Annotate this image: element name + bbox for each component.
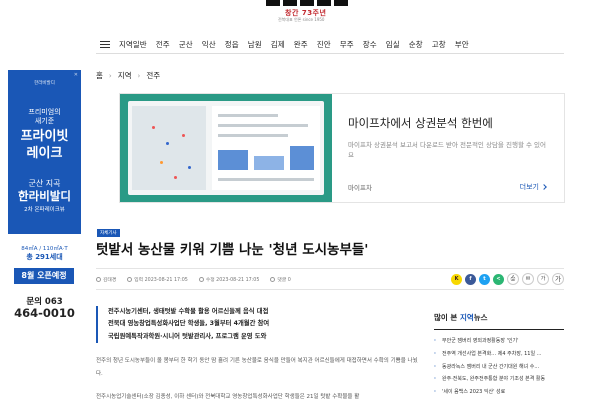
comment-icon [270,276,276,282]
nav-item[interactable]: 지역일반 [119,39,147,50]
summary-line: 국립원예특작과학원·시니어 텃밭관리사, 프로그램 운영 도와 [108,332,267,340]
close-icon[interactable]: ✕ [74,72,78,78]
popular-news-title: 많이 본 지역뉴스 [434,312,564,330]
ad-line: 프리미엄의 새기준 [28,108,61,125]
font-increase-button[interactable]: 가 [552,273,564,285]
list-item[interactable]: · 완주·전북도, 완주전주통합 분야 기조성 본격 활동 [434,373,564,386]
email-icon[interactable]: ✉ [522,273,534,285]
ad-brand: 한라비발디 [34,81,55,86]
user-icon [96,276,101,282]
nav-item[interactable]: 정읍 [225,39,239,50]
clock-icon [198,276,204,282]
section-badge: 자체기사 [97,229,120,237]
nav-item[interactable]: 전주 [156,39,170,50]
twitter-share-button[interactable]: t [479,273,490,285]
ad-banner-source: 마이프차 [348,184,372,192]
reporter[interactable]: 김태경 [96,276,116,283]
list-item[interactable]: · 전주역 개선사업 본격화… 제4 주차장, 11일 ... [434,348,564,361]
ad-units-info: 총 291세대 [26,253,63,261]
chevron-right-icon: › [108,71,112,80]
chevron-right-icon: › [137,71,141,80]
published-time: 입력 2023-08-21 17:05 [127,276,188,283]
breadcrumb-level2[interactable]: 전주 [146,70,160,81]
newspaper-logo[interactable] [258,0,358,6]
popular-news: 많이 본 지역뉴스 · 부안군 잼버리 영외과정활동장 '인기' · 전주역 개선사… [434,312,564,399]
facebook-share-button[interactable]: f [465,273,476,285]
ad-banner-image [120,94,332,202]
map-preview [132,106,206,190]
region-nav: 지역일반 전주 군산 익산 정읍 남원 김제 완주 진안 무주 장수 임실 순창… [96,36,564,54]
updated-time: 수정 2023-08-21 17:05 [198,276,259,283]
clock-icon [127,276,133,282]
print-icon[interactable]: ⎙ [507,273,519,285]
nav-item[interactable]: 익산 [202,39,216,50]
ad-open-badge[interactable]: 8월 오픈예정 [14,268,74,284]
nav-item[interactable]: 완주 [294,39,308,50]
menu-icon[interactable] [100,41,110,48]
nav-item[interactable]: 남원 [248,39,262,50]
tagline: 전북대표 언론 since 1950 [278,17,325,22]
breadcrumb-level1[interactable]: 지역 [118,70,132,81]
font-decrease-button[interactable]: 가 [537,273,549,285]
nav-item[interactable]: 김제 [271,39,285,50]
report-preview [212,106,320,190]
list-item[interactable]: · 동광라녹스 잼버리 내 군산 간기대원 해녀 수... [434,361,564,374]
share-button[interactable]: < [493,273,504,285]
summary-line: 전북대 영농창업특성화사업단 학생들, 3월부터 4개월간 참여 [108,320,270,328]
nav-item[interactable]: 군산 [179,39,193,50]
breadcrumb: 홈 › 지역 › 전주 [96,70,160,81]
ad-banner[interactable]: 마이프차에서 상권분석 한번에 마이프차 상권분석 보고서 다운로드 받아 전문… [119,93,565,203]
ad-line: 군산 지곡 [28,179,61,188]
ad-tel-number[interactable]: 464-0010 [8,306,81,320]
comment-count[interactable]: 댓글 0 [270,276,291,283]
kakao-share-button[interactable]: K [451,273,462,285]
ad-banner-title[interactable]: 마이프차에서 상권분석 한번에 [348,115,493,131]
ad-headline: 프라이빗 레이크 [20,129,69,161]
nav-item[interactable]: 순창 [409,39,423,50]
article-summary: 전주시농기센터, 생태텃밭 수확물 활용 어르신들께 음식 대접 전북대 영농창… [96,306,318,343]
list-item[interactable]: · '세이 음백스 2023 익산' 성료 [434,386,564,399]
masthead: 창간 73주년 전북대표 언론 since 1950 [0,0,600,34]
nav-item[interactable]: 무주 [340,39,354,50]
article-paragraph: 전주시농업기술센터(소장 김종성, 이하 센터)와 전북대학교 영농창업특성화사… [96,394,360,400]
nav-item[interactable]: 임실 [386,39,400,50]
chevron-right-icon [541,184,547,190]
list-item[interactable]: · 부안군 잼버리 영외과정활동장 '인기' [434,335,564,348]
nav-item[interactable]: 장수 [363,39,377,50]
summary-line: 전주시농기센터, 생태텃밭 수확물 활용 어르신들께 음식 대접 [108,308,269,315]
breadcrumb-home[interactable]: 홈 [96,70,103,81]
more-link[interactable]: 더보기 [520,182,547,192]
ad-line: 한라비발디 [18,189,71,203]
article-paragraph: 전주의 청년 도시농부들이 올 봄부터 한 학기 동안 땀 흘려 기른 농산물로… [96,358,418,377]
nav-item[interactable]: 부안 [455,39,469,50]
popular-news-list: · 부안군 잼버리 영외과정활동장 '인기' · 전주역 개선사업 본격화… 제4 … [434,335,564,399]
nav-item[interactable]: 고창 [432,39,446,50]
share-tools: K f t < ⎙ ✉ 가 가 [448,273,564,285]
side-ad-banner[interactable]: ✕ 한라비발디 프리미엄의 새기준 프라이빗 레이크 군산 지곡 한라비발디 2차 … [8,70,81,234]
ad-size-info: 84㎡A / 110㎡A·T [21,246,68,252]
ad-banner-body: 마이프차에서 상권분석 한번에 마이프차 상권분석 보고서 다운로드 받아 전문… [332,94,564,202]
nav-item[interactable]: 진안 [317,39,331,50]
app-screenshot [128,101,324,195]
article-headline: 텃밭서 농산물 키워 기쁨 나눈 '청년 도시농부들' [96,242,369,258]
ad-banner-desc: 마이프차 상권분석 보고서 다운로드 받아 전문적인 상담을 진행할 수 있어요 [348,141,546,159]
article-meta-bar: 김태경 입력 2023-08-21 17:05 수정 2023-08-21 17… [96,268,564,290]
ad-line: 2차 온파레이크뷰 [24,207,65,213]
